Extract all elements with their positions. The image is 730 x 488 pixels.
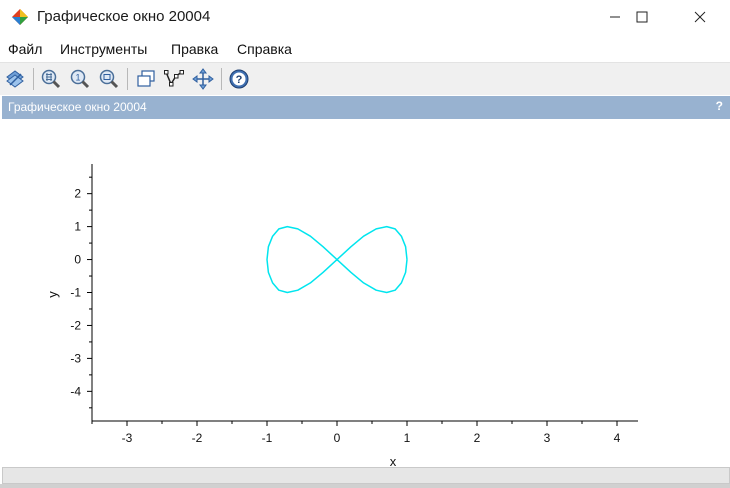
y-tick-label: -2 (70, 318, 81, 332)
toolbar-separator (221, 68, 222, 90)
menu-tools[interactable]: Инструменты (60, 41, 147, 57)
toolbar: 1 ? (0, 62, 730, 95)
x-tick-label: 1 (404, 431, 411, 445)
x-tick-label: 3 (544, 431, 551, 445)
help-icon[interactable]: ? (228, 68, 250, 90)
maximize-button[interactable] (619, 0, 665, 34)
close-button[interactable] (677, 0, 723, 34)
horizontal-scrollbar[interactable] (2, 467, 730, 484)
zoom-reset-icon[interactable]: 1 (69, 68, 91, 90)
series-line (266, 225, 408, 294)
menu-help[interactable]: Справка (237, 41, 292, 57)
y-tick-label: -3 (70, 351, 81, 365)
y-tick-label: 0 (74, 253, 81, 267)
x-tick-label: -1 (262, 431, 273, 445)
zoom-grid-icon[interactable] (40, 68, 62, 90)
x-tick-label: 0 (334, 431, 341, 445)
y-tick-label: -4 (70, 384, 81, 398)
title-bar: Графическое окно 20004 (0, 0, 730, 36)
y-tick-label: 2 (74, 187, 81, 201)
figure-properties-icon[interactable] (4, 68, 26, 90)
graphic-window: Графическое окно 20004 Файл Инструменты … (0, 0, 730, 488)
dock-help-button[interactable]: ? (716, 99, 723, 113)
rotate-window-icon[interactable] (135, 68, 157, 90)
menu-bar: Файл Инструменты Правка Справка (0, 38, 730, 60)
menu-edit[interactable]: Правка (171, 41, 218, 57)
toolbar-separator (127, 68, 128, 90)
close-icon (694, 11, 706, 23)
scilab-app-icon (12, 9, 28, 25)
toolbar-separator (33, 68, 34, 90)
datatip-icon[interactable] (163, 68, 185, 90)
x-tick-label: 2 (474, 431, 481, 445)
dock-title: Графическое окно 20004 (8, 100, 147, 114)
window-title: Графическое окно 20004 (37, 8, 211, 25)
dock-title-bar: Графическое окно 20004 ? (2, 96, 730, 119)
zoom-in-icon[interactable] (98, 68, 120, 90)
x-axis-label: x (390, 454, 397, 467)
x-tick-label: 4 (614, 431, 621, 445)
pan-move-icon[interactable] (192, 68, 214, 90)
svg-text:1: 1 (75, 73, 80, 83)
status-strip (0, 484, 730, 488)
plot-canvas[interactable]: -3 -2 -1 0 1 2 3 4 2 1 0 -1 -2 -3 -4 y x (2, 119, 730, 469)
x-tick-label: -2 (192, 431, 203, 445)
y-tick-label: -1 (70, 286, 81, 300)
svg-text:?: ? (236, 74, 243, 86)
maximize-icon (636, 11, 648, 23)
menu-file[interactable]: Файл (8, 41, 42, 57)
x-tick-label: -3 (122, 431, 133, 445)
y-tick-label: 1 (74, 220, 81, 234)
y-axis-label: y (45, 291, 60, 298)
plot-area[interactable]: -3 -2 -1 0 1 2 3 4 2 1 0 -1 -2 -3 -4 y x (2, 119, 730, 469)
